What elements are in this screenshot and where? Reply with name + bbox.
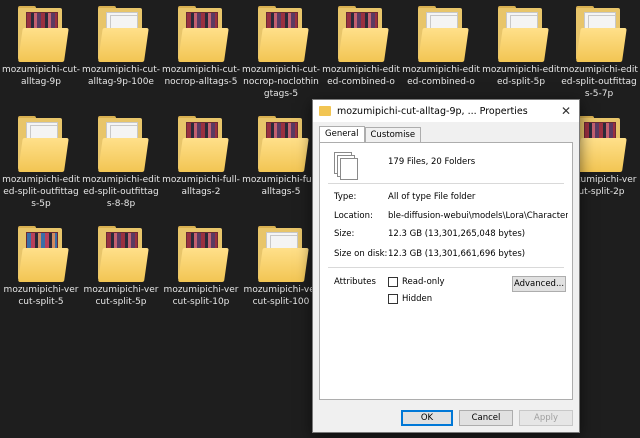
readonly-checkbox[interactable]: Read-only bbox=[388, 277, 445, 287]
ok-button[interactable]: OK bbox=[401, 410, 453, 426]
folder-item[interactable]: mozumipichi-edited-combined-o bbox=[322, 6, 400, 88]
folder-icon bbox=[96, 226, 149, 282]
divider bbox=[328, 183, 564, 184]
location-label: Location: bbox=[334, 211, 373, 221]
folder-icon bbox=[176, 6, 229, 62]
folder-item[interactable]: mozumipichi-cut-nocrop-noclothingtags-5 bbox=[242, 6, 320, 100]
folder-item[interactable]: mozumipichi-edited-split-5p bbox=[482, 6, 560, 88]
tab-bar: General Customise bbox=[319, 126, 422, 145]
folder-icon bbox=[16, 226, 69, 282]
folder-label: mozumipichi-full-alltags-5 bbox=[242, 175, 320, 197]
folder-label: mozumipichi-edited-split-outfittags-8-8p bbox=[82, 175, 160, 209]
folder-icon bbox=[336, 6, 389, 62]
size-value[interactable]: 12.3 GB (13,301,265,048 bytes) bbox=[388, 229, 568, 239]
close-icon[interactable]: ✕ bbox=[559, 104, 573, 118]
folder-item[interactable]: mozumipichi-vercut-split-100 bbox=[242, 226, 320, 308]
folder-icon bbox=[319, 106, 331, 116]
folder-icon bbox=[256, 116, 309, 172]
folder-label: mozumipichi-cut-nocrop-noclothingtags-5 bbox=[242, 65, 321, 99]
folder-icon bbox=[16, 6, 69, 62]
tab-customise[interactable]: Customise bbox=[364, 127, 422, 143]
divider bbox=[328, 267, 564, 268]
type-label: Type: bbox=[334, 192, 357, 202]
folder-icon bbox=[176, 226, 229, 282]
dialog-title: mozumipichi-cut-alltag-9p, ... Propertie… bbox=[337, 105, 528, 117]
location-value[interactable]: ble-diffusion-webui\models\Lora\Characte… bbox=[388, 211, 568, 221]
advanced-button[interactable]: Advanced... bbox=[512, 276, 566, 292]
hidden-checkbox[interactable]: Hidden bbox=[388, 294, 432, 304]
folder-label: mozumipichi-vercut-split-100 bbox=[243, 285, 319, 307]
folder-item[interactable]: mozumipichi-edited-split-outfittags-8-8p bbox=[82, 116, 160, 210]
size-on-disk-value: 12.3 GB (13,301,661,696 bytes) bbox=[388, 249, 526, 259]
item-count: 179 Files, 20 Folders bbox=[388, 157, 476, 167]
size-on-disk-label: Size on disk: bbox=[334, 249, 388, 259]
folder-item[interactable]: mozumipichi-vercut-split-5p bbox=[82, 226, 160, 308]
multiple-files-icon bbox=[334, 152, 358, 180]
attributes-label: Attributes bbox=[334, 277, 376, 287]
folder-label: mozumipichi-vercut-split-5 bbox=[3, 285, 79, 307]
folder-label: mozumipichi-edited-split-outfittags-5p bbox=[2, 175, 80, 209]
folder-item[interactable]: mozumipichi-cut-nocrop-alltags-5 bbox=[162, 6, 240, 88]
folder-label: mozumipichi-cut-alltag-9p bbox=[2, 65, 81, 87]
folder-icon bbox=[256, 6, 309, 62]
folder-label: mozumipichi-vercut-split-5p bbox=[83, 285, 159, 307]
folder-item[interactable]: mozumipichi-full-alltags-2 bbox=[162, 116, 240, 198]
folder-icon bbox=[16, 116, 69, 172]
hidden-label: Hidden bbox=[402, 294, 433, 304]
folder-icon bbox=[256, 226, 309, 282]
folder-icon bbox=[496, 6, 549, 62]
checkbox-box[interactable] bbox=[388, 277, 398, 287]
folder-icon bbox=[96, 116, 149, 172]
folder-icon bbox=[176, 116, 229, 172]
cancel-button[interactable]: Cancel bbox=[459, 410, 513, 426]
folder-item[interactable]: mozumipichi-cut-alltag-9p bbox=[2, 6, 80, 88]
readonly-label: Read-only bbox=[402, 277, 445, 287]
dialog-titlebar[interactable]: mozumipichi-cut-alltag-9p, ... Propertie… bbox=[313, 100, 579, 122]
folder-item[interactable]: mozumipichi-full-alltags-5 bbox=[242, 116, 320, 198]
type-value: All of type File folder bbox=[388, 192, 476, 202]
folder-item[interactable]: mozumipichi-edited-split-outfittags-5-7p bbox=[560, 6, 638, 100]
folder-label: mozumipichi-edited-split-5p bbox=[482, 65, 560, 87]
apply-button[interactable]: Apply bbox=[519, 410, 573, 426]
folder-item[interactable]: mozumipichi-cut-alltag-9p-100e bbox=[82, 6, 160, 88]
size-label: Size: bbox=[334, 229, 355, 239]
folder-icon bbox=[574, 6, 627, 62]
folder-label: mozumipichi-cut-nocrop-alltags-5 bbox=[162, 65, 241, 87]
checkbox-box[interactable] bbox=[388, 294, 398, 304]
folder-icon bbox=[574, 116, 627, 172]
general-panel: 179 Files, 20 Folders Type: All of type … bbox=[319, 142, 573, 400]
folder-item[interactable]: mozumipichi-edited-combined-o bbox=[402, 6, 480, 88]
folder-icon bbox=[416, 6, 469, 62]
folder-label: mozumipichi-full-alltags-2 bbox=[162, 175, 240, 197]
folder-label: mozumipichi-edited-combined-o bbox=[322, 65, 400, 87]
folder-icon bbox=[96, 6, 149, 62]
folder-item[interactable]: mozumipichi-edited-split-outfittags-5p bbox=[2, 116, 80, 210]
folder-label: mozumipichi-edited-split-outfittags-5-7p bbox=[560, 65, 638, 99]
folder-label: mozumipichi-cut-alltag-9p-100e bbox=[82, 65, 161, 87]
folder-item[interactable]: mozumipichi-vercut-split-10p bbox=[162, 226, 240, 308]
folder-label: mozumipichi-vercut-split-10p bbox=[163, 285, 239, 307]
folder-label: mozumipichi-edited-combined-o bbox=[402, 65, 480, 87]
properties-dialog: mozumipichi-cut-alltag-9p, ... Propertie… bbox=[312, 99, 580, 433]
folder-item[interactable]: mozumipichi-vercut-split-5 bbox=[2, 226, 80, 308]
